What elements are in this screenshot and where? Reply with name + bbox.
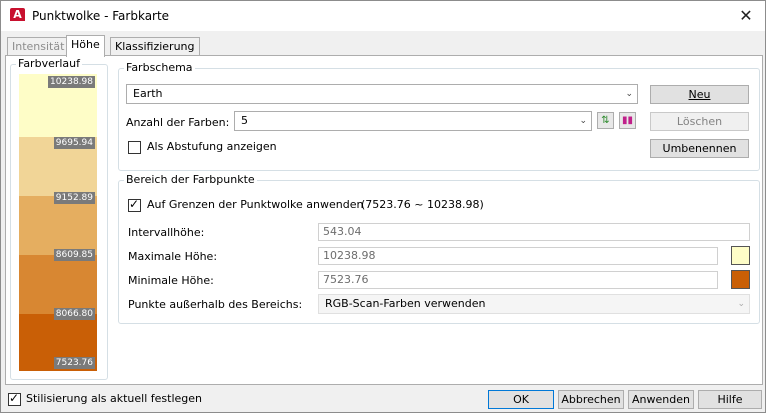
max-field[interactable]: 10238.98 <box>318 247 718 265</box>
scheme-select[interactable]: Earth ⌄ <box>126 84 638 104</box>
tab-intensitaet[interactable]: Intensität <box>7 37 70 56</box>
gradient-label: 9695.94 <box>53 137 95 149</box>
swap-colors-icon[interactable]: ⇅ <box>597 112 614 129</box>
new-button[interactable]: Neu <box>650 85 749 104</box>
scheme-group: Farbschema Earth ⌄ Neu Anzahl der Farben:… <box>118 61 760 171</box>
gradient-label: 8066.80 <box>53 308 95 320</box>
min-label: Minimale Höhe: <box>128 274 214 287</box>
gradient-swatch: 10238.98 <box>19 74 97 137</box>
tab-klassifizierung[interactable]: Klassifizierung <box>110 37 200 56</box>
gradient-label: 8609.85 <box>53 249 95 261</box>
window-title: Punktwolke - Farbkarte <box>32 9 170 23</box>
gradient-bar: 10238.98 9695.94 9152.89 8609.85 8066.80… <box>19 74 97 371</box>
scheme-title: Farbschema <box>124 61 195 74</box>
bounds-label: Auf Grenzen der Punktwolke anwenden <box>147 198 364 211</box>
close-icon[interactable]: ✕ <box>735 5 757 27</box>
stepped-checkbox[interactable] <box>128 141 141 154</box>
title-bar: A Punktwolke - Farbkarte ✕ <box>1 1 765 31</box>
gradient-title: Farbverlauf <box>16 57 83 70</box>
stepped-label: Als Abstufung anzeigen <box>147 140 277 153</box>
max-color-swatch[interactable] <box>731 246 750 265</box>
min-color-swatch[interactable] <box>731 270 750 289</box>
range-group: Bereich der Farbpunkte Auf Grenzen der P… <box>118 173 760 324</box>
color-count-label: Anzahl der Farben: <box>126 116 230 129</box>
gradient-label: 10238.98 <box>48 76 95 88</box>
gradient-label: 9152.89 <box>53 192 95 204</box>
tab-panel: Farbverlauf 10238.98 9695.94 9152.89 860… <box>5 55 763 385</box>
chevron-down-icon: ⌄ <box>579 116 587 126</box>
tab-hoehe[interactable]: Höhe <box>66 35 105 57</box>
set-current-label: Stilisierung als aktuell festlegen <box>26 392 202 405</box>
set-current-checkbox[interactable] <box>8 391 21 406</box>
chevron-down-icon: ⌄ <box>625 89 633 99</box>
gradient-group: Farbverlauf 10238.98 9695.94 9152.89 860… <box>10 57 108 380</box>
cancel-button[interactable]: Abbrechen <box>558 390 624 409</box>
outside-label: Punkte außerhalb des Bereichs: <box>128 298 303 311</box>
apply-button[interactable]: Anwenden <box>628 390 694 409</box>
delete-button[interactable]: Löschen <box>650 112 749 131</box>
gradient-label: 7523.76 <box>53 357 95 369</box>
app-icon: A <box>10 8 25 24</box>
interval-label: Intervallhöhe: <box>128 226 205 239</box>
gradient-swatch: 9695.94 <box>19 137 97 196</box>
outside-select[interactable]: RGB-Scan-Farben verwenden ⌄ <box>318 294 750 314</box>
gradient-swatch: 8609.85 <box>19 249 97 314</box>
min-field[interactable]: 7523.76 <box>318 271 718 289</box>
rename-button[interactable]: Umbenennen <box>650 139 749 158</box>
max-label: Maximale Höhe: <box>128 250 218 263</box>
color-count-select[interactable]: 5 ⌄ <box>234 111 592 131</box>
range-title: Bereich der Farbpunkte <box>124 173 257 186</box>
dialog-window: A Punktwolke - Farbkarte ✕ Intensität Hö… <box>0 0 766 413</box>
interval-field[interactable]: 543.04 <box>318 223 750 241</box>
help-button[interactable]: Hilfe <box>698 390 762 409</box>
bounds-range: (7523.76 ~ 10238.98) <box>361 198 484 211</box>
bounds-checkbox[interactable] <box>128 197 141 212</box>
color-bars-icon[interactable]: ▮▮ <box>619 112 636 129</box>
ok-button[interactable]: OK <box>488 390 554 409</box>
chevron-down-icon: ⌄ <box>737 299 745 309</box>
gradient-swatch: 9152.89 <box>19 192 97 255</box>
